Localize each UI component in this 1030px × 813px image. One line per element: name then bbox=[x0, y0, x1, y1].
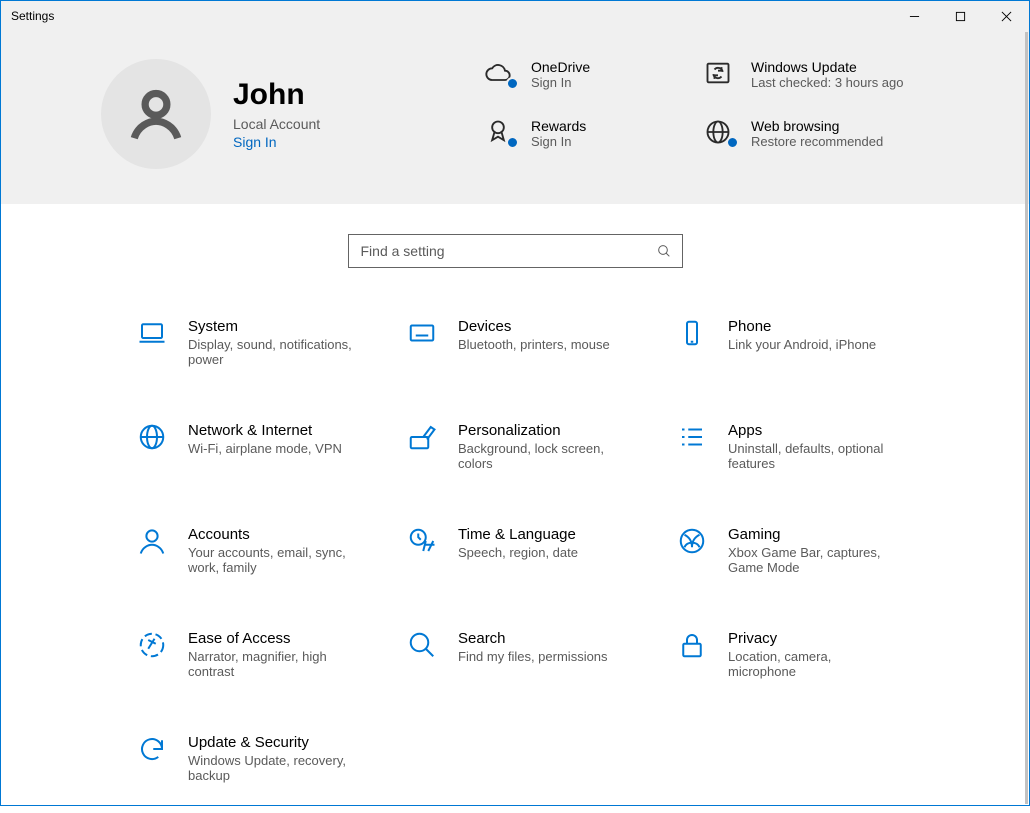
titlebar: Settings bbox=[1, 1, 1029, 31]
category-title: Ease of Access bbox=[188, 630, 358, 647]
category-search[interactable]: Search Find my files, permissions bbox=[406, 630, 676, 679]
category-title: Network & Internet bbox=[188, 422, 342, 439]
avatar bbox=[101, 59, 211, 169]
tile-subtitle: Restore recommended bbox=[751, 134, 883, 149]
category-privacy[interactable]: Privacy Location, camera, microphone bbox=[676, 630, 946, 679]
laptop-icon bbox=[137, 318, 167, 348]
globe-icon bbox=[137, 422, 167, 452]
category-title: Apps bbox=[728, 422, 898, 439]
refresh-icon bbox=[137, 734, 167, 764]
tile-subtitle: Sign In bbox=[531, 75, 590, 90]
header-tiles: OneDrive Sign In Windows Update Last che… bbox=[481, 59, 921, 149]
status-dot-icon bbox=[726, 136, 739, 149]
category-system[interactable]: System Display, sound, notifications, po… bbox=[136, 318, 406, 367]
keyboard-icon bbox=[407, 318, 437, 348]
search-icon bbox=[656, 243, 672, 259]
category-subtitle: Location, camera, microphone bbox=[728, 649, 898, 679]
category-subtitle: Narrator, magnifier, high contrast bbox=[188, 649, 358, 679]
tile-title: OneDrive bbox=[531, 59, 590, 75]
category-time[interactable]: Time & Language Speech, region, date bbox=[406, 526, 676, 575]
category-subtitle: Your accounts, email, sync, work, family bbox=[188, 545, 358, 575]
user-signin-link[interactable]: Sign In bbox=[233, 134, 320, 150]
lock-icon bbox=[677, 630, 707, 660]
category-update[interactable]: Update & Security Windows Update, recove… bbox=[136, 734, 406, 783]
category-subtitle: Background, lock screen, colors bbox=[458, 441, 628, 471]
close-button[interactable] bbox=[983, 1, 1029, 31]
category-subtitle: Speech, region, date bbox=[458, 545, 578, 560]
category-personalization[interactable]: Personalization Background, lock screen,… bbox=[406, 422, 676, 471]
user-name: John bbox=[233, 78, 320, 112]
window-title: Settings bbox=[11, 9, 54, 23]
maximize-button[interactable] bbox=[937, 1, 983, 31]
category-subtitle: Find my files, permissions bbox=[458, 649, 608, 664]
category-devices[interactable]: Devices Bluetooth, printers, mouse bbox=[406, 318, 676, 367]
category-apps[interactable]: Apps Uninstall, defaults, optional featu… bbox=[676, 422, 946, 471]
category-title: Search bbox=[458, 630, 608, 647]
accessibility-icon bbox=[137, 630, 167, 660]
tile-subtitle: Last checked: 3 hours ago bbox=[751, 75, 904, 90]
category-phone[interactable]: Phone Link your Android, iPhone bbox=[676, 318, 946, 367]
tile-title: Web browsing bbox=[751, 118, 883, 134]
person-icon bbox=[127, 85, 185, 143]
search-input[interactable] bbox=[359, 242, 656, 260]
status-dot-icon bbox=[506, 136, 519, 149]
category-title: Phone bbox=[728, 318, 876, 335]
brush-icon bbox=[407, 422, 437, 452]
tile-onedrive[interactable]: OneDrive Sign In bbox=[481, 59, 701, 90]
tile-web-browsing[interactable]: Web browsing Restore recommended bbox=[701, 118, 921, 149]
user-subtitle: Local Account bbox=[233, 116, 320, 132]
tile-title: Rewards bbox=[531, 118, 586, 134]
category-title: Gaming bbox=[728, 526, 898, 543]
category-title: Update & Security bbox=[188, 734, 358, 751]
category-title: Devices bbox=[458, 318, 610, 335]
scrollbar[interactable] bbox=[1025, 32, 1028, 804]
person-icon bbox=[137, 526, 167, 556]
tile-title: Windows Update bbox=[751, 59, 904, 75]
category-subtitle: Uninstall, defaults, optional features bbox=[728, 441, 898, 471]
category-title: Privacy bbox=[728, 630, 898, 647]
category-subtitle: Wi-Fi, airplane mode, VPN bbox=[188, 441, 342, 456]
category-gaming[interactable]: Gaming Xbox Game Bar, captures, Game Mod… bbox=[676, 526, 946, 575]
tile-rewards[interactable]: Rewards Sign In bbox=[481, 118, 701, 149]
tile-windows-update[interactable]: Windows Update Last checked: 3 hours ago bbox=[701, 59, 921, 90]
sync-icon bbox=[704, 59, 732, 87]
category-subtitle: Xbox Game Bar, captures, Game Mode bbox=[728, 545, 898, 575]
category-title: Personalization bbox=[458, 422, 628, 439]
header: John Local Account Sign In OneDrive Sign… bbox=[1, 31, 1029, 204]
user-block[interactable]: John Local Account Sign In bbox=[101, 59, 481, 169]
category-title: Time & Language bbox=[458, 526, 578, 543]
window-controls bbox=[891, 1, 1029, 31]
phone-icon bbox=[677, 318, 707, 348]
tile-subtitle: Sign In bbox=[531, 134, 586, 149]
category-network[interactable]: Network & Internet Wi-Fi, airplane mode,… bbox=[136, 422, 406, 471]
list-icon bbox=[677, 422, 707, 452]
category-subtitle: Bluetooth, printers, mouse bbox=[458, 337, 610, 352]
category-ease[interactable]: Ease of Access Narrator, magnifier, high… bbox=[136, 630, 406, 679]
status-dot-icon bbox=[506, 77, 519, 90]
minimize-button[interactable] bbox=[891, 1, 937, 31]
category-accounts[interactable]: Accounts Your accounts, email, sync, wor… bbox=[136, 526, 406, 575]
category-subtitle: Windows Update, recovery, backup bbox=[188, 753, 358, 783]
category-title: Accounts bbox=[188, 526, 358, 543]
user-text: John Local Account Sign In bbox=[233, 78, 320, 150]
category-subtitle: Link your Android, iPhone bbox=[728, 337, 876, 352]
category-title: System bbox=[188, 318, 358, 335]
category-subtitle: Display, sound, notifications, power bbox=[188, 337, 358, 367]
categories-grid: System Display, sound, notifications, po… bbox=[1, 288, 1029, 813]
xbox-icon bbox=[677, 526, 707, 556]
search-box[interactable] bbox=[348, 234, 683, 268]
search-area bbox=[1, 204, 1029, 288]
magnify-icon bbox=[407, 630, 437, 660]
time-language-icon bbox=[407, 526, 437, 556]
